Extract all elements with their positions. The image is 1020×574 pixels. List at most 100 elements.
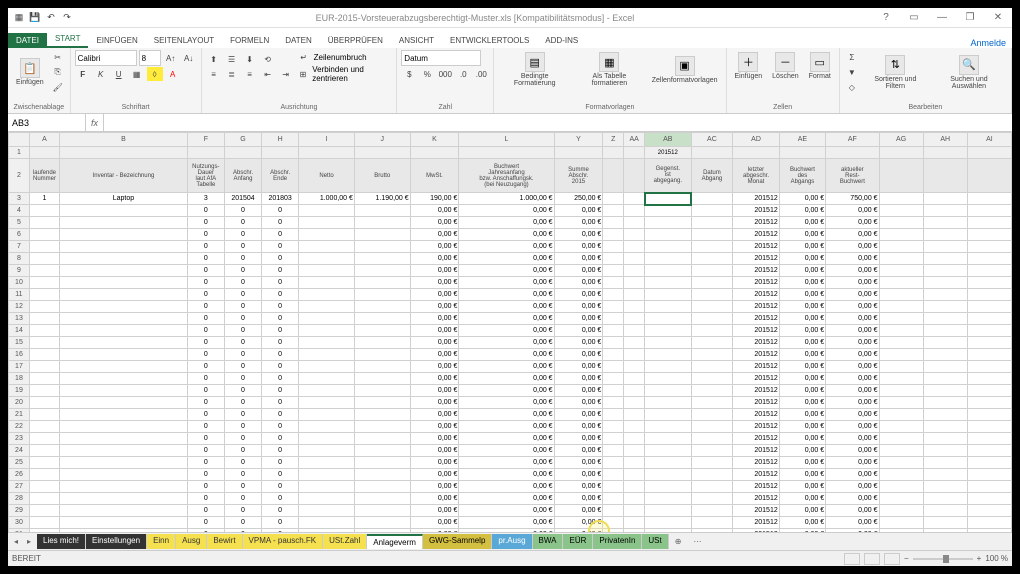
row-header-7[interactable]: 7 bbox=[9, 241, 30, 253]
row-header-15[interactable]: 15 bbox=[9, 337, 30, 349]
cell[interactable]: 1.000,00 € bbox=[299, 193, 355, 205]
cell[interactable] bbox=[691, 147, 733, 159]
tab-start[interactable]: START bbox=[47, 31, 88, 48]
row-header-22[interactable]: 22 bbox=[9, 421, 30, 433]
decrease-decimal-icon[interactable]: .00 bbox=[473, 67, 489, 81]
cell[interactable]: 1.190,00 € bbox=[354, 193, 410, 205]
sheet-tab-bewirt[interactable]: Bewirt bbox=[207, 534, 242, 549]
col-header-H[interactable]: H bbox=[262, 133, 299, 147]
tab-nav-first-icon[interactable]: ◂ bbox=[10, 537, 22, 546]
col-header-G[interactable]: G bbox=[224, 133, 261, 147]
cell[interactable]: 190,00 € bbox=[410, 193, 459, 205]
row-header-30[interactable]: 30 bbox=[9, 517, 30, 529]
indent-left-icon[interactable]: ⇤ bbox=[260, 67, 276, 81]
col-header-AG[interactable]: AG bbox=[879, 133, 923, 147]
cell[interactable]: 201512 bbox=[733, 193, 779, 205]
sheet-tab-anlageverm[interactable]: Anlageverm bbox=[367, 534, 423, 549]
row-header-9[interactable]: 9 bbox=[9, 265, 30, 277]
cell[interactable] bbox=[410, 147, 459, 159]
italic-button[interactable]: K bbox=[93, 67, 109, 81]
row-header-6[interactable]: 6 bbox=[9, 229, 30, 241]
number-format-select[interactable] bbox=[401, 50, 481, 66]
col-header-Z[interactable]: Z bbox=[603, 133, 624, 147]
sheet-tab-einstellungen[interactable]: Einstellungen bbox=[86, 534, 147, 549]
col-header-Y[interactable]: Y bbox=[554, 133, 603, 147]
row-header-12[interactable]: 12 bbox=[9, 301, 30, 313]
thousands-icon[interactable]: 000 bbox=[437, 67, 453, 81]
cell[interactable]: 1.000,00 € bbox=[459, 193, 554, 205]
font-size-select[interactable] bbox=[139, 50, 161, 66]
underline-button[interactable]: U bbox=[111, 67, 127, 81]
cell[interactable] bbox=[779, 147, 825, 159]
row-header-2[interactable]: 2 bbox=[9, 159, 30, 193]
table-header[interactable]: laufendeNummer bbox=[29, 159, 59, 193]
tab-review[interactable]: ÜBERPRÜFEN bbox=[320, 33, 391, 48]
cell[interactable] bbox=[967, 147, 1011, 159]
cell[interactable] bbox=[603, 193, 624, 205]
zoom-out-icon[interactable]: − bbox=[904, 554, 909, 563]
row-header-13[interactable]: 13 bbox=[9, 313, 30, 325]
col-header-F[interactable]: F bbox=[187, 133, 224, 147]
more-sheets-icon[interactable]: ⋯ bbox=[687, 535, 707, 548]
maximize-icon[interactable]: ❐ bbox=[956, 8, 984, 28]
cell[interactable] bbox=[826, 147, 879, 159]
autosum-icon[interactable]: Σ bbox=[844, 50, 860, 64]
copy-icon[interactable]: ⎘ bbox=[50, 65, 66, 79]
row-header-27[interactable]: 27 bbox=[9, 481, 30, 493]
row-header-4[interactable]: 4 bbox=[9, 205, 30, 217]
cell[interactable] bbox=[187, 147, 224, 159]
cell[interactable] bbox=[733, 147, 779, 159]
table-header[interactable]: BuchwertJahresanfangbzw. Anschaffungsk.(… bbox=[459, 159, 554, 193]
row-header-16[interactable]: 16 bbox=[9, 349, 30, 361]
format-cells-button[interactable]: ▭Format bbox=[805, 50, 835, 82]
insert-cells-button[interactable]: ＋Einfügen bbox=[731, 50, 767, 82]
signin-link[interactable]: Anmelde bbox=[970, 38, 1012, 48]
sheet-tab-ust-zahl[interactable]: USt.Zahl bbox=[323, 534, 367, 549]
row-header-11[interactable]: 11 bbox=[9, 289, 30, 301]
cell[interactable] bbox=[691, 193, 733, 205]
select-all-corner[interactable] bbox=[9, 133, 30, 147]
row-header-18[interactable]: 18 bbox=[9, 373, 30, 385]
cell[interactable] bbox=[29, 147, 59, 159]
row-header-23[interactable]: 23 bbox=[9, 433, 30, 445]
bold-button[interactable]: F bbox=[75, 67, 91, 81]
cell[interactable] bbox=[299, 147, 355, 159]
cell[interactable] bbox=[354, 147, 410, 159]
align-middle-icon[interactable]: ☰ bbox=[224, 52, 240, 66]
row-header-20[interactable]: 20 bbox=[9, 397, 30, 409]
decrease-font-icon[interactable]: A↓ bbox=[181, 51, 197, 65]
percent-icon[interactable]: % bbox=[419, 67, 435, 81]
indent-right-icon[interactable]: ⇥ bbox=[278, 67, 294, 81]
font-name-select[interactable] bbox=[75, 50, 137, 66]
col-header-L[interactable]: L bbox=[459, 133, 554, 147]
row-header-1[interactable]: 1 bbox=[9, 147, 30, 159]
undo-icon[interactable]: ↶ bbox=[44, 11, 58, 25]
tab-data[interactable]: DATEN bbox=[277, 33, 320, 48]
fx-icon[interactable]: fx bbox=[86, 114, 104, 131]
zoom-in-icon[interactable]: + bbox=[977, 554, 982, 563]
table-header[interactable]: SummeAbschr.2015 bbox=[554, 159, 603, 193]
col-header-K[interactable]: K bbox=[410, 133, 459, 147]
minimize-icon[interactable]: — bbox=[928, 8, 956, 28]
row-header-5[interactable]: 5 bbox=[9, 217, 30, 229]
row-header-29[interactable]: 29 bbox=[9, 505, 30, 517]
cell[interactable]: 201512 bbox=[645, 147, 691, 159]
orientation-icon[interactable]: ⟲ bbox=[260, 52, 276, 66]
sheet-tab-privatenin[interactable]: PrivatenIn bbox=[593, 534, 642, 549]
table-header[interactable]: Gegenst.istabgegang. bbox=[645, 159, 691, 193]
table-header[interactable]: BuchwertdesAbgangs bbox=[779, 159, 825, 193]
cell[interactable] bbox=[923, 147, 967, 159]
table-header[interactable]: Inventar - Bezeichnung bbox=[60, 159, 188, 193]
cell[interactable] bbox=[624, 147, 645, 159]
tab-developer[interactable]: ENTWICKLERTOOLS bbox=[442, 33, 537, 48]
find-select-button[interactable]: 🔍Suchen und Auswählen bbox=[931, 53, 1007, 92]
cell[interactable] bbox=[879, 147, 923, 159]
paste-button[interactable]: 📋 Einfügen bbox=[12, 56, 48, 88]
align-left-icon[interactable]: ≡ bbox=[206, 67, 222, 81]
currency-icon[interactable]: $ bbox=[401, 67, 417, 81]
sheet-tab-ust[interactable]: USt bbox=[642, 534, 668, 549]
cell[interactable]: 250,00 € bbox=[554, 193, 603, 205]
row-header-25[interactable]: 25 bbox=[9, 457, 30, 469]
border-icon[interactable]: ▦ bbox=[129, 67, 145, 81]
normal-view-icon[interactable] bbox=[844, 553, 860, 565]
